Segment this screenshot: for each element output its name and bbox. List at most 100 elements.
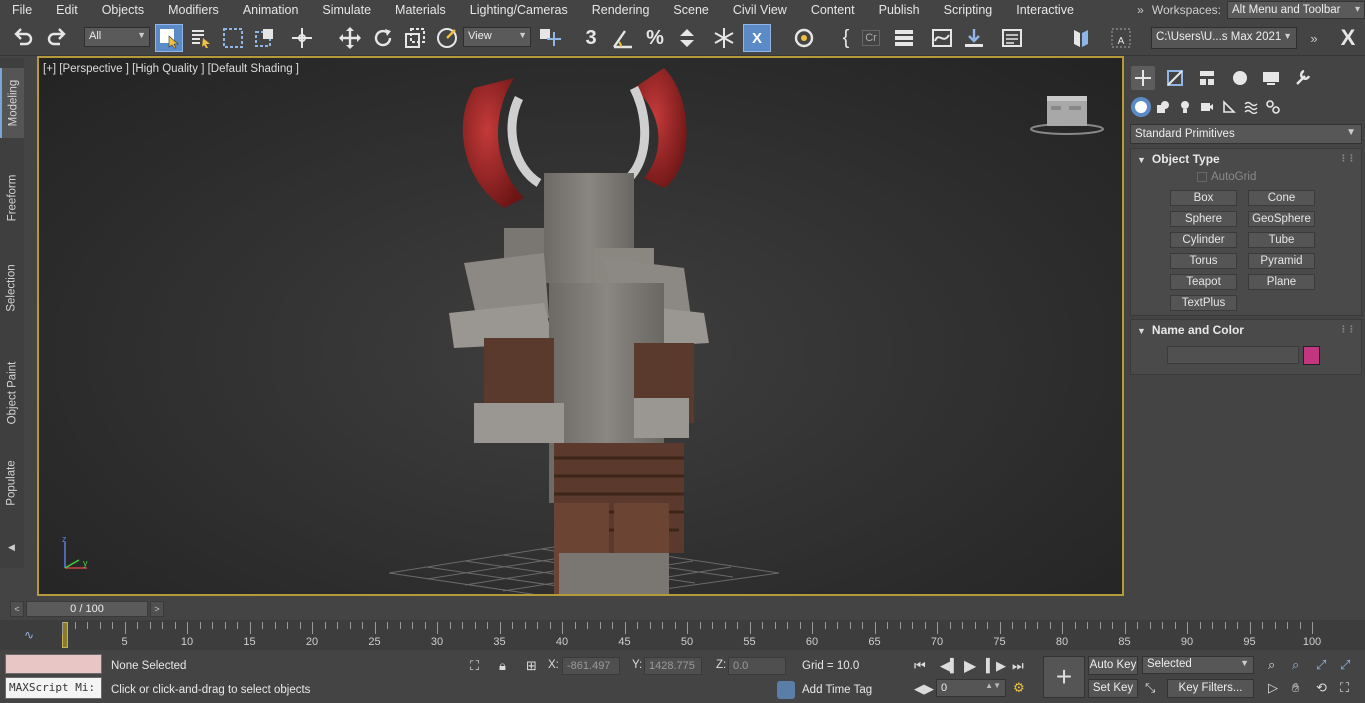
- menu-lighting-cameras[interactable]: Lighting/Cameras: [458, 0, 580, 20]
- pyramid-button[interactable]: Pyramid: [1248, 253, 1315, 269]
- menu-scene[interactable]: Scene: [661, 0, 720, 20]
- geosphere-button[interactable]: GeoSphere: [1248, 211, 1315, 227]
- x-coord-field[interactable]: -861.497: [562, 657, 620, 675]
- orbit-icon[interactable]: ⟲: [1316, 680, 1327, 696]
- window-crossing-icon[interactable]: [251, 24, 279, 52]
- tab-selection[interactable]: Selection: [0, 248, 24, 328]
- rollout-grip-icon[interactable]: ⋮⋮: [1339, 324, 1356, 335]
- maxscript-listener-output[interactable]: [5, 654, 102, 674]
- rollout-grip-icon[interactable]: ⋮⋮: [1339, 153, 1356, 164]
- selection-filter-dropdown[interactable]: All ▼: [84, 27, 150, 47]
- tab-populate[interactable]: Populate: [0, 443, 24, 523]
- layer-explorer-icon[interactable]: [890, 24, 918, 52]
- mirror-xy-icon[interactable]: X: [743, 24, 771, 52]
- menu-edit[interactable]: Edit: [44, 0, 90, 20]
- object-type-header[interactable]: ▼ Object Type ⋮⋮: [1131, 149, 1361, 169]
- menu-simulate[interactable]: Simulate: [310, 0, 383, 20]
- close-button[interactable]: X: [1334, 24, 1362, 52]
- menu-civil-view[interactable]: Civil View: [721, 0, 799, 20]
- menu-modifiers[interactable]: Modifiers: [156, 0, 231, 20]
- menu-overflow-icon[interactable]: »: [1137, 3, 1144, 17]
- rectangular-selection-icon[interactable]: [219, 24, 247, 52]
- autogrid-checkbox[interactable]: AutoGrid: [1197, 171, 1256, 183]
- dope-sheet-icon[interactable]: [960, 24, 988, 52]
- curve-editor-icon[interactable]: {: [832, 24, 860, 52]
- torus-button[interactable]: Torus: [1170, 253, 1237, 269]
- zoom-extents-all-icon[interactable]: ⤢: [1340, 657, 1350, 673]
- cameras-icon[interactable]: [1197, 97, 1217, 117]
- select-and-move-icon[interactable]: [336, 24, 364, 52]
- menu-animation[interactable]: Animation: [231, 0, 311, 20]
- hierarchy-tab-icon[interactable]: [1195, 66, 1219, 90]
- undo-icon[interactable]: [10, 24, 38, 52]
- named-selection-sets-icon[interactable]: [710, 24, 738, 52]
- box-button[interactable]: Box: [1170, 190, 1237, 206]
- current-frame-field[interactable]: 0 ▲▼: [936, 679, 1006, 697]
- time-slider-next-button[interactable]: >: [150, 601, 164, 617]
- set-keys-button[interactable]: +: [1043, 656, 1085, 698]
- time-slider-prev-button[interactable]: <: [10, 601, 24, 617]
- zoom-all-icon[interactable]: ⌕: [1292, 657, 1299, 673]
- civil-view-icon[interactable]: [1067, 24, 1095, 52]
- previous-frame-icon[interactable]: ◀▍: [940, 658, 960, 674]
- menu-interactive[interactable]: Interactive: [1004, 0, 1086, 20]
- auto-key-button[interactable]: Auto Key: [1088, 656, 1138, 675]
- menu-scripting[interactable]: Scripting: [932, 0, 1005, 20]
- toolbar-overflow-icon[interactable]: »: [1300, 24, 1328, 52]
- scene-explorer-icon[interactable]: [790, 24, 818, 52]
- track-bar[interactable]: ∿ 05101520253035404550556065707580859095…: [0, 620, 1365, 650]
- add-time-tag-button[interactable]: Add Time Tag: [802, 684, 872, 696]
- select-and-scale-icon[interactable]: [401, 24, 429, 52]
- menu-rendering[interactable]: Rendering: [580, 0, 662, 20]
- key-filters-button[interactable]: Key Filters...: [1167, 679, 1254, 698]
- create-tab-icon[interactable]: [1131, 66, 1155, 90]
- field-of-view-icon[interactable]: ▷: [1268, 680, 1278, 696]
- percent-snap-icon[interactable]: %: [641, 24, 669, 52]
- shapes-icon[interactable]: [1153, 97, 1173, 117]
- y-coord-field[interactable]: 1428.775: [644, 657, 702, 675]
- z-coord-field[interactable]: 0.0: [728, 657, 786, 675]
- angle-snap-icon[interactable]: [609, 24, 637, 52]
- object-name-input[interactable]: [1167, 346, 1299, 364]
- key-selection-dropdown[interactable]: Selected ▼: [1142, 656, 1254, 674]
- create-selection-set-button[interactable]: Cr: [860, 24, 882, 52]
- geometry-icon[interactable]: [1131, 97, 1151, 117]
- motion-tab-icon[interactable]: [1227, 66, 1251, 90]
- time-tag-icon[interactable]: [777, 681, 795, 699]
- redo-icon[interactable]: [42, 24, 70, 52]
- space-warps-icon[interactable]: [1241, 97, 1261, 117]
- lights-icon[interactable]: [1175, 97, 1195, 117]
- cylinder-button[interactable]: Cylinder: [1170, 232, 1237, 248]
- maximize-viewport-icon[interactable]: ⛶: [1340, 680, 1349, 696]
- select-and-place-icon[interactable]: [288, 24, 316, 52]
- cone-button[interactable]: Cone: [1248, 190, 1315, 206]
- primitive-type-dropdown[interactable]: Standard Primitives ▼: [1130, 124, 1362, 144]
- select-by-name-icon[interactable]: [187, 24, 215, 52]
- menu-file[interactable]: File: [0, 0, 44, 20]
- menu-materials[interactable]: Materials: [383, 0, 458, 20]
- display-tab-icon[interactable]: [1259, 66, 1283, 90]
- tab-freeform[interactable]: Freeform: [0, 158, 24, 238]
- tube-button[interactable]: Tube: [1248, 232, 1315, 248]
- track-view-icon[interactable]: [928, 24, 956, 52]
- select-manipulate-icon[interactable]: [433, 24, 461, 52]
- sphere-button[interactable]: Sphere: [1170, 211, 1237, 227]
- text-tool-icon[interactable]: A: [1107, 24, 1135, 52]
- plane-button[interactable]: Plane: [1248, 274, 1315, 290]
- menu-content[interactable]: Content: [799, 0, 867, 20]
- key-mode-toggle-icon[interactable]: ◀▶: [914, 681, 934, 697]
- select-and-rotate-icon[interactable]: [369, 24, 397, 52]
- viewport-label[interactable]: [+] [Perspective ] [High Quality ] [Defa…: [43, 63, 299, 75]
- snaps-toggle-icon[interactable]: 3: [577, 24, 605, 52]
- go-to-end-icon[interactable]: ⏭: [1012, 658, 1024, 674]
- maxscript-mini-listener[interactable]: MAXScript Mi:: [5, 677, 102, 699]
- go-to-start-icon[interactable]: ⏮: [914, 658, 926, 674]
- render-setup-icon[interactable]: [998, 24, 1026, 52]
- name-and-color-header[interactable]: ▼ Name and Color ⋮⋮: [1131, 320, 1361, 340]
- time-configuration-icon[interactable]: ⚙: [1013, 680, 1025, 696]
- curve-editor-mini-icon[interactable]: ∿: [24, 628, 34, 642]
- viewcube-icon[interactable]: [1029, 94, 1107, 138]
- selection-lock-icon[interactable]: 🔒︎: [499, 658, 506, 674]
- pivot-center-icon[interactable]: [535, 24, 563, 52]
- time-slider[interactable]: 0 / 100: [26, 601, 148, 617]
